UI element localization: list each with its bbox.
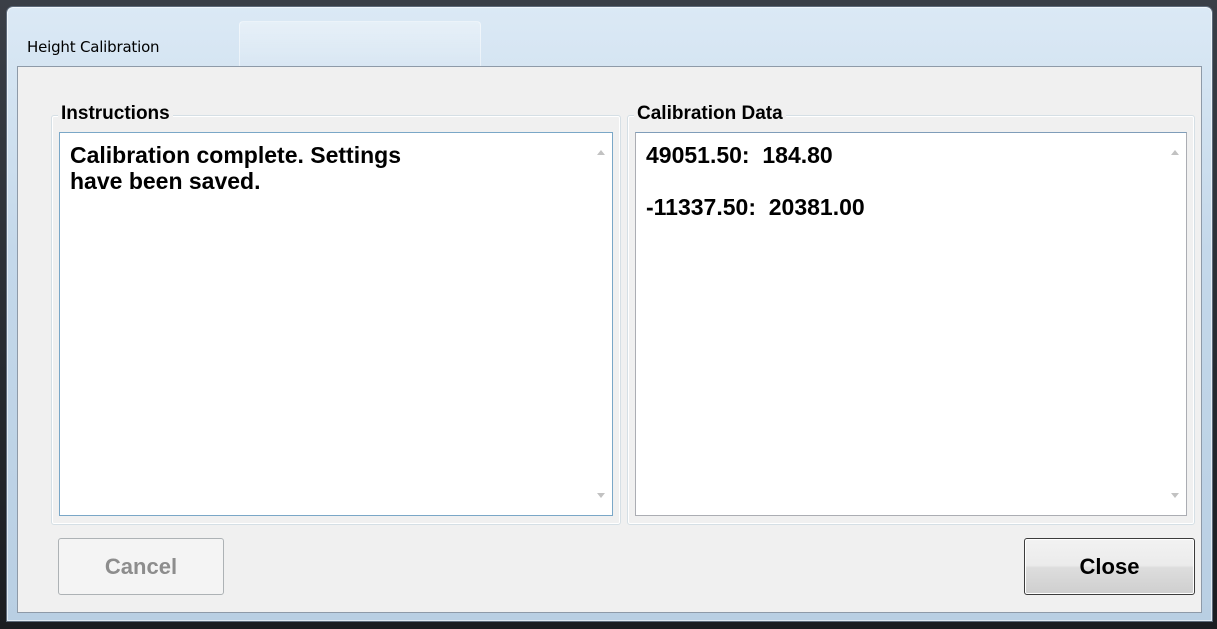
title-bar-glass bbox=[239, 21, 481, 69]
scroll-up-arrow-icon[interactable] bbox=[597, 150, 605, 155]
scroll-down-arrow-icon[interactable] bbox=[597, 493, 605, 498]
scroll-down-arrow-icon[interactable] bbox=[1171, 493, 1179, 498]
cancel-button[interactable]: Cancel bbox=[58, 538, 224, 595]
window-title: Height Calibration bbox=[27, 38, 160, 56]
instructions-group: Instructions Calibration complete. Setti… bbox=[51, 103, 621, 525]
calibration-data-textbox[interactable]: 49051.50: 184.80 -11337.50: 20381.00 bbox=[635, 132, 1187, 516]
dialog-client-area: Instructions Calibration complete. Setti… bbox=[17, 66, 1202, 613]
scroll-up-arrow-icon[interactable] bbox=[1171, 150, 1179, 155]
instructions-scrollbar[interactable] bbox=[592, 133, 612, 515]
calibration-data-text: 49051.50: 184.80 -11337.50: 20381.00 bbox=[646, 142, 865, 220]
calibration-data-group: Calibration Data 49051.50: 184.80 -11337… bbox=[627, 103, 1195, 525]
instructions-text: Calibration complete. Settings have been… bbox=[70, 142, 401, 194]
close-button[interactable]: Close bbox=[1024, 538, 1195, 595]
instructions-label: Instructions bbox=[58, 103, 173, 125]
dialog-window: Height Calibration Instructions Calibrat… bbox=[6, 6, 1213, 622]
instructions-textbox[interactable]: Calibration complete. Settings have been… bbox=[59, 132, 613, 516]
calibration-data-scrollbar[interactable] bbox=[1166, 133, 1186, 515]
calibration-data-label: Calibration Data bbox=[634, 103, 786, 125]
